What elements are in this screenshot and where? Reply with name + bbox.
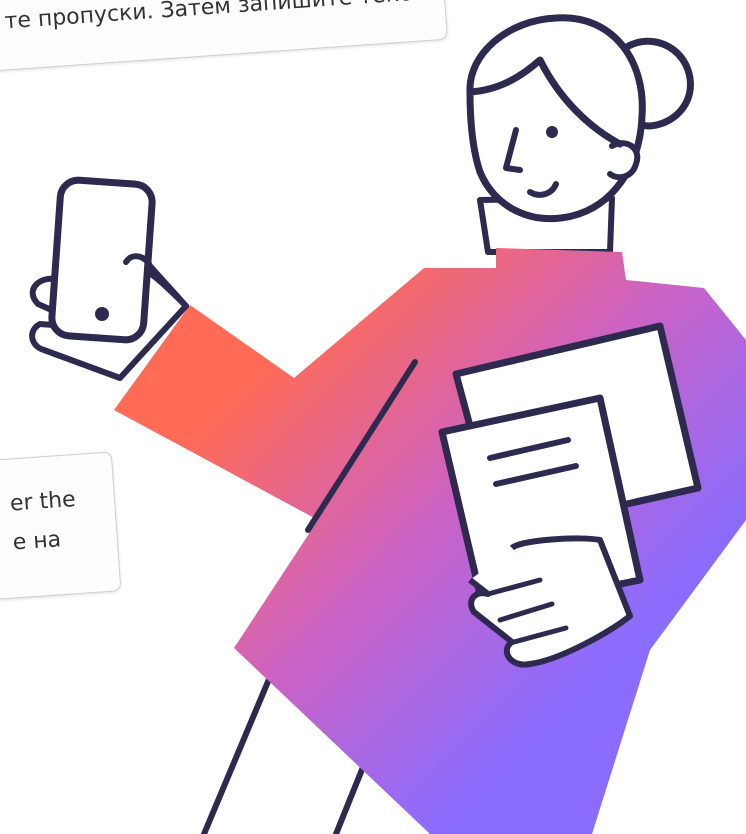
eye	[546, 126, 558, 138]
person-illustration	[29, 14, 746, 834]
smartphone-icon	[48, 176, 156, 344]
ear	[607, 140, 641, 181]
